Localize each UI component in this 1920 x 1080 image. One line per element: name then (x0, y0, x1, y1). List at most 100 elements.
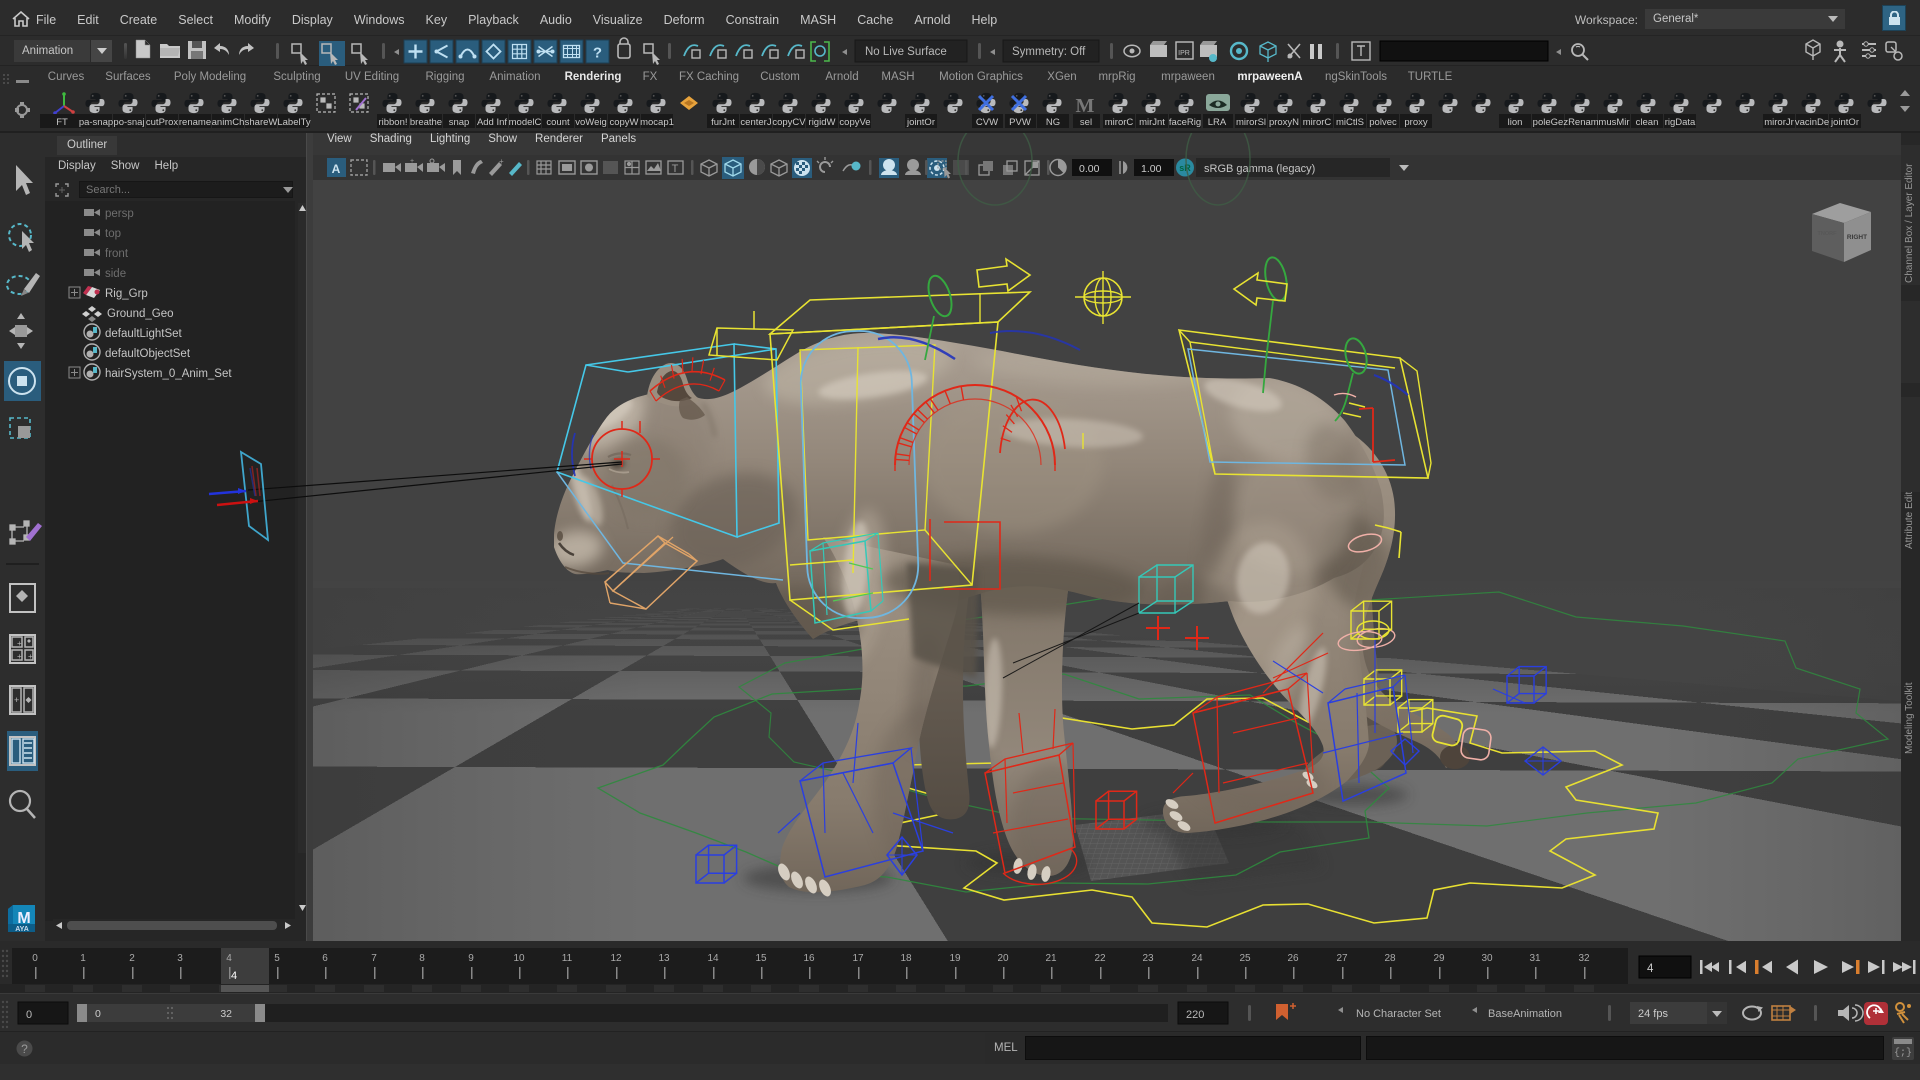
svg-text:?: ? (593, 45, 602, 62)
svg-text:miCtlS: miCtlS (1336, 117, 1364, 128)
svg-text:mirJnt: mirJnt (1139, 117, 1165, 128)
svg-text:14: 14 (707, 953, 719, 964)
svg-text:polvec: polvec (1369, 117, 1397, 128)
svg-text:LRA: LRA (1208, 117, 1227, 128)
svg-text:PVW: PVW (1009, 117, 1031, 128)
svg-text:32: 32 (220, 1008, 232, 1020)
svg-text:snap: snap (449, 117, 470, 128)
svg-text:jointOr: jointOr (1830, 117, 1859, 128)
svg-text:17: 17 (852, 953, 864, 964)
svg-text:21: 21 (1045, 953, 1057, 964)
svg-text:No Live Surface: No Live Surface (865, 46, 947, 58)
svg-text:13: 13 (658, 953, 670, 964)
svg-text:28: 28 (1384, 953, 1396, 964)
svg-text:copyW: copyW (609, 117, 638, 128)
svg-text:Ground_Geo: Ground_Geo (107, 308, 174, 320)
svg-text:defaultObjectSet: defaultObjectSet (105, 348, 191, 360)
svg-text:+: + (17, 652, 22, 661)
svg-text:0: 0 (32, 953, 38, 964)
svg-text:25: 25 (1239, 953, 1251, 964)
svg-text:29: 29 (1433, 953, 1445, 964)
svg-text:voWeig: voWeig (575, 117, 607, 128)
svg-text:animCh: animCh (212, 117, 245, 128)
svg-text:cutProx: cutProx (146, 117, 178, 128)
svg-text:top: top (105, 228, 121, 240)
svg-text:27: 27 (1336, 953, 1348, 964)
svg-text:11: 11 (562, 953, 573, 964)
svg-text:centerJ: centerJ (740, 117, 771, 128)
svg-text:ribbon!: ribbon! (378, 117, 407, 128)
svg-text:6: 6 (322, 953, 328, 964)
svg-text:jointOr: jointOr (906, 117, 935, 128)
svg-text:sel: sel (1080, 117, 1092, 128)
svg-text:24 fps: 24 fps (1638, 1008, 1668, 1020)
svg-text:side: side (105, 268, 126, 280)
svg-text:4: 4 (1647, 963, 1654, 975)
svg-text:19: 19 (949, 953, 961, 964)
svg-text:musMir: musMir (1598, 117, 1629, 128)
svg-text:furJnt: furJnt (711, 117, 735, 128)
svg-text:shareW: shareW (245, 117, 278, 128)
svg-text:3: 3 (177, 953, 183, 964)
svg-text:No Character Set: No Character Set (1356, 1008, 1441, 1020)
svg-text:0: 0 (95, 1008, 101, 1020)
svg-text:220: 220 (1186, 1009, 1204, 1021)
svg-text:TNORF: TNORF (1818, 231, 1838, 237)
svg-text:pa-snap: pa-snap (79, 117, 113, 128)
svg-text:Rig_Grp: Rig_Grp (105, 288, 148, 300)
svg-text:mocap1: mocap1 (640, 117, 674, 128)
svg-text:po-snaj: po-snaj (113, 117, 144, 128)
svg-text:26: 26 (1287, 953, 1299, 964)
svg-text:lion: lion (1508, 117, 1523, 128)
svg-text:copyCV: copyCV (772, 117, 806, 128)
svg-text:modelC: modelC (509, 117, 542, 128)
svg-text:18: 18 (900, 953, 912, 964)
svg-text:breathe: breathe (410, 117, 442, 128)
svg-text:9: 9 (468, 953, 474, 964)
svg-text:30: 30 (1481, 953, 1493, 964)
svg-text:proxy: proxy (1404, 117, 1427, 128)
svg-text:Add Inf: Add Inf (477, 117, 507, 128)
svg-text:mirorJr: mirorJr (1764, 117, 1794, 128)
svg-text:mirorC: mirorC (1303, 117, 1332, 128)
svg-text:16: 16 (803, 953, 815, 964)
svg-text:hairSystem_0_Anim_Set: hairSystem_0_Anim_Set (105, 368, 232, 380)
svg-text:+: + (17, 639, 22, 648)
svg-text:+: + (14, 695, 19, 705)
svg-text:mirorSl: mirorSl (1236, 117, 1266, 128)
svg-text:defaultLightSet: defaultLightSet (105, 328, 183, 340)
svg-text:clean: clean (1636, 117, 1659, 128)
svg-text:2: 2 (129, 953, 135, 964)
svg-text:AYA: AYA (15, 926, 29, 933)
svg-text:20: 20 (997, 953, 1009, 964)
svg-text:rigidW: rigidW (809, 117, 836, 128)
svg-text:12: 12 (610, 953, 622, 964)
svg-text:mirorC: mirorC (1105, 117, 1134, 128)
svg-text:NG: NG (1046, 117, 1060, 128)
svg-text:7: 7 (371, 953, 377, 964)
svg-text:15: 15 (755, 953, 767, 964)
svg-text:32: 32 (1578, 953, 1590, 964)
svg-text:count: count (546, 117, 570, 128)
svg-text:vacinDe: vacinDe (1795, 117, 1829, 128)
svg-text:4: 4 (226, 953, 232, 964)
svg-text:24: 24 (1191, 953, 1203, 964)
svg-text:31: 31 (1529, 953, 1541, 964)
svg-text:IPR: IPR (1178, 50, 1190, 57)
svg-text:LabelTy: LabelTy (277, 117, 311, 128)
svg-text:{;}: {;} (1894, 1047, 1912, 1059)
svg-text:RIGHT: RIGHT (1847, 234, 1867, 241)
svg-text:1: 1 (80, 953, 86, 964)
svg-text:+: + (28, 652, 33, 661)
svg-text:BaseAnimation: BaseAnimation (1488, 1008, 1562, 1020)
svg-text:23: 23 (1142, 953, 1154, 964)
svg-text:persp: persp (105, 208, 134, 220)
svg-text:rename: rename (179, 117, 211, 128)
svg-text:5: 5 (274, 953, 280, 964)
svg-text:front: front (105, 248, 129, 260)
svg-text:4: 4 (231, 970, 237, 982)
svg-text:8: 8 (419, 953, 425, 964)
svg-text:22: 22 (1094, 953, 1106, 964)
svg-text:FT: FT (56, 117, 68, 128)
svg-text:faceRig: faceRig (1169, 117, 1201, 128)
